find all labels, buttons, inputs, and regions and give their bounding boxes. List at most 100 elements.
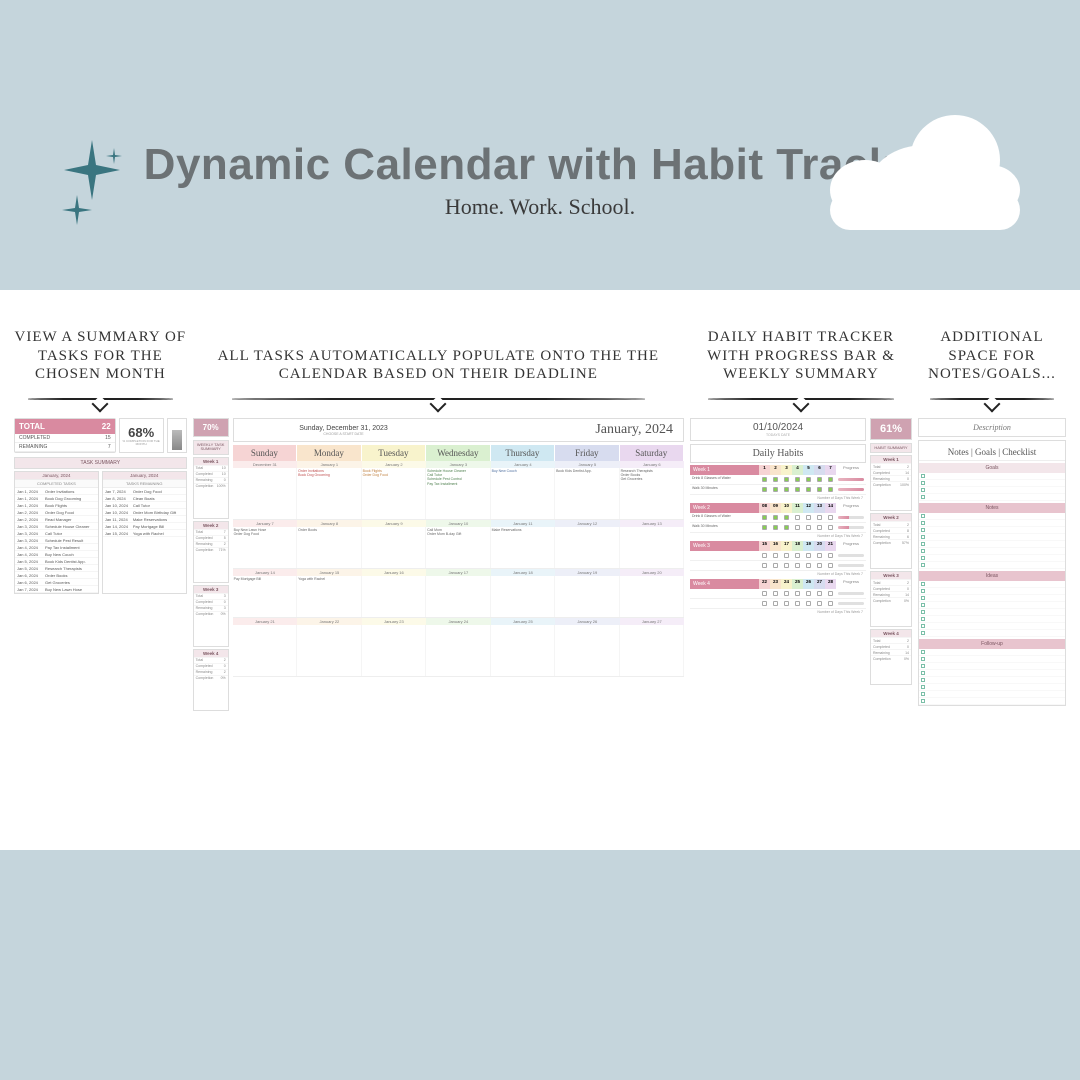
checkbox-icon[interactable] [921,624,925,628]
habit-checkbox[interactable] [781,599,792,608]
habit-checkbox[interactable] [759,523,770,532]
checklist-row[interactable] [919,534,1065,541]
checklist-row[interactable] [919,555,1065,562]
checkbox-icon[interactable] [921,514,925,518]
event-cell[interactable] [620,576,684,617]
event-cell[interactable] [233,625,297,676]
habit-checkbox[interactable] [770,589,781,598]
event-cell[interactable]: Order InvitationsBook Dog Grooming [297,468,361,519]
event-cell[interactable] [362,625,426,676]
habit-checkbox[interactable] [770,513,781,522]
checklist-row[interactable] [919,602,1065,609]
habit-checkbox[interactable] [759,485,770,494]
event-cell[interactable] [426,625,490,676]
habit-checkbox[interactable] [781,513,792,522]
checkbox-icon[interactable] [921,474,925,478]
event-cell[interactable]: Call MomOrder Mom B-day Gift [426,527,490,568]
habit-checkbox[interactable] [825,475,836,484]
checkbox-icon[interactable] [921,664,925,668]
habit-checkbox[interactable] [781,551,792,560]
habit-checkbox[interactable] [770,561,781,570]
event-cell[interactable]: Buy New Couch [491,468,555,519]
habit-checkbox[interactable] [770,475,781,484]
habit-checkbox[interactable] [825,561,836,570]
checkbox-icon[interactable] [921,535,925,539]
event-cell[interactable] [362,527,426,568]
checkbox-icon[interactable] [921,631,925,635]
habit-checkbox[interactable] [770,599,781,608]
habit-checkbox[interactable] [825,523,836,532]
checklist-row[interactable] [919,623,1065,630]
habit-checkbox[interactable] [814,561,825,570]
checkbox-icon[interactable] [921,657,925,661]
event-cell[interactable] [555,527,619,568]
habit-checkbox[interactable] [825,589,836,598]
checklist-row[interactable] [919,494,1065,501]
checkbox-icon[interactable] [921,671,925,675]
event-cell[interactable]: Pay Mortgage Bill [233,576,297,617]
habit-checkbox[interactable] [759,561,770,570]
checklist-row[interactable] [919,656,1065,663]
habit-checkbox[interactable] [825,513,836,522]
event-cell[interactable]: Book Kids Dentist App. [555,468,619,519]
habit-checkbox[interactable] [803,475,814,484]
checklist-row[interactable] [919,541,1065,548]
habit-checkbox[interactable] [814,485,825,494]
habit-checkbox[interactable] [814,551,825,560]
habit-checkbox[interactable] [803,561,814,570]
checklist-row[interactable] [919,513,1065,520]
checklist-row[interactable] [919,473,1065,480]
event-cell[interactable] [233,468,297,519]
event-cell[interactable]: Research TherapistsOrder BooksGet Grocer… [620,468,684,519]
checkbox-icon[interactable] [921,596,925,600]
habit-checkbox[interactable] [814,599,825,608]
event-cell[interactable]: Make Reservations [491,527,555,568]
checklist-row[interactable] [919,630,1065,637]
checkbox-icon[interactable] [921,549,925,553]
habit-checkbox[interactable] [759,475,770,484]
habit-checkbox[interactable] [803,551,814,560]
checkbox-icon[interactable] [921,650,925,654]
checklist-row[interactable] [919,609,1065,616]
checkbox-icon[interactable] [921,603,925,607]
event-cell[interactable] [362,576,426,617]
habit-checkbox[interactable] [781,523,792,532]
checkbox-icon[interactable] [921,528,925,532]
event-cell[interactable] [491,576,555,617]
checkbox-icon[interactable] [921,692,925,696]
habit-checkbox[interactable] [781,561,792,570]
habit-checkbox[interactable] [792,475,803,484]
event-cell[interactable] [491,625,555,676]
habit-checkbox[interactable] [814,513,825,522]
checklist-row[interactable] [919,527,1065,534]
checklist-row[interactable] [919,663,1065,670]
checkbox-icon[interactable] [921,589,925,593]
checklist-row[interactable] [919,677,1065,684]
checkbox-icon[interactable] [921,582,925,586]
habit-checkbox[interactable] [792,589,803,598]
event-cell[interactable] [555,625,619,676]
checklist-row[interactable] [919,670,1065,677]
checkbox-icon[interactable] [921,542,925,546]
event-cell[interactable] [620,625,684,676]
habit-checkbox[interactable] [759,599,770,608]
checkbox-icon[interactable] [921,699,925,703]
event-cell[interactable]: Yoga with Rachel [297,576,361,617]
habit-checkbox[interactable] [814,523,825,532]
habit-checkbox[interactable] [825,485,836,494]
habit-checkbox[interactable] [759,589,770,598]
event-cell[interactable] [297,625,361,676]
habit-checkbox[interactable] [770,485,781,494]
habit-checkbox[interactable] [759,551,770,560]
start-date[interactable]: Sunday, December 31, 2023 [234,425,454,432]
habit-checkbox[interactable] [803,513,814,522]
checkbox-icon[interactable] [921,495,925,499]
checklist-row[interactable] [919,684,1065,691]
habit-checkbox[interactable] [803,485,814,494]
event-cell[interactable] [426,576,490,617]
habit-checkbox[interactable] [803,599,814,608]
habit-checkbox[interactable] [792,523,803,532]
habit-checkbox[interactable] [770,523,781,532]
checklist-row[interactable] [919,588,1065,595]
checkbox-icon[interactable] [921,563,925,567]
